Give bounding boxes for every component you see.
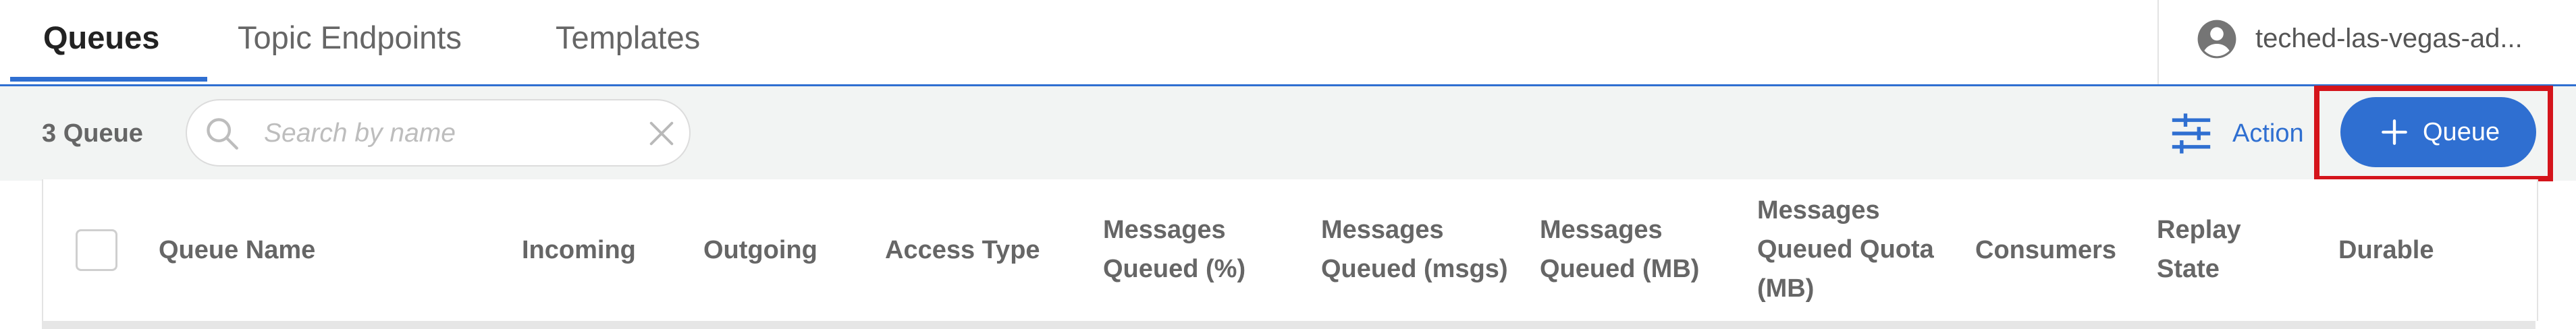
search-input[interactable] — [263, 110, 616, 157]
column-header-label: Replay — [2157, 216, 2241, 244]
column-header-label: Messages — [1103, 216, 1226, 244]
user-name: teched-las-vegas-ad... — [2255, 24, 2523, 53]
search-icon — [207, 118, 238, 150]
column-header-label: Queued (%) — [1103, 255, 1246, 283]
column-header-label: Queue Name — [159, 236, 316, 264]
column-header-queue-name[interactable]: Queue Name — [159, 231, 315, 270]
column-header-label: Incoming — [522, 236, 636, 264]
add-queue-button[interactable]: Queue — [2340, 97, 2536, 167]
column-header-durable[interactable]: Durable — [2338, 231, 2434, 270]
column-header-label: Outgoing — [703, 236, 817, 264]
column-header-incoming[interactable]: Incoming — [522, 231, 636, 270]
column-header-messages-queued-msgs[interactable]: Messages Queued (msgs) — [1321, 210, 1508, 289]
account-circle-icon — [2197, 20, 2236, 59]
column-header-label: Messages — [1540, 216, 1663, 244]
column-header-label: Messages — [1757, 196, 1880, 225]
tab-topic-endpoints[interactable]: Topic Endpoints — [238, 0, 462, 84]
search-box — [186, 99, 691, 167]
tune-icon — [2172, 113, 2211, 154]
plus-icon — [2382, 119, 2407, 145]
active-tab-indicator — [10, 77, 207, 82]
tab-queues[interactable]: Queues — [43, 0, 159, 84]
user-menu[interactable]: teched-las-vegas-ad... — [2157, 0, 2576, 84]
column-header-messages-queued-quota[interactable]: Messages Queued Quota (MB) — [1757, 191, 1934, 308]
column-header-label: (MB) — [1757, 274, 1815, 303]
column-header-messages-queued-mb[interactable]: Messages Queued (MB) — [1540, 210, 1699, 289]
queue-toolbar: 3 Queue Action — [0, 86, 2576, 181]
column-header-label: State — [2157, 255, 2220, 283]
column-header-label: Messages — [1321, 216, 1444, 244]
tab-templates[interactable]: Templates — [556, 0, 700, 84]
queue-count: 3 Queue — [42, 119, 143, 148]
column-header-label: Durable — [2338, 236, 2434, 264]
column-header-replay-state[interactable]: Replay State — [2157, 210, 2241, 289]
column-header-label: Queued Quota — [1757, 235, 1934, 264]
column-header-label: Queued (msgs) — [1321, 255, 1508, 283]
select-all-checkbox[interactable] — [76, 229, 117, 271]
add-queue-label: Queue — [2423, 118, 2500, 146]
column-header-outgoing[interactable]: Outgoing — [703, 231, 817, 270]
column-header-label: Consumers — [1975, 236, 2117, 264]
column-header-access-type[interactable]: Access Type — [885, 231, 1040, 270]
column-header-label: Access Type — [885, 236, 1040, 264]
close-icon[interactable] — [646, 118, 677, 149]
column-header-messages-queued-percent[interactable]: Messages Queued (%) — [1103, 210, 1245, 289]
top-nav-bar: Queues Topic Endpoints Templates teched-… — [0, 0, 2576, 86]
action-button[interactable]: Action — [2168, 104, 2317, 163]
column-header-consumers[interactable]: Consumers — [1975, 231, 2116, 270]
action-label: Action — [2232, 119, 2304, 148]
table-divider — [42, 321, 2535, 329]
column-header-label: Queued (MB) — [1540, 255, 1700, 283]
